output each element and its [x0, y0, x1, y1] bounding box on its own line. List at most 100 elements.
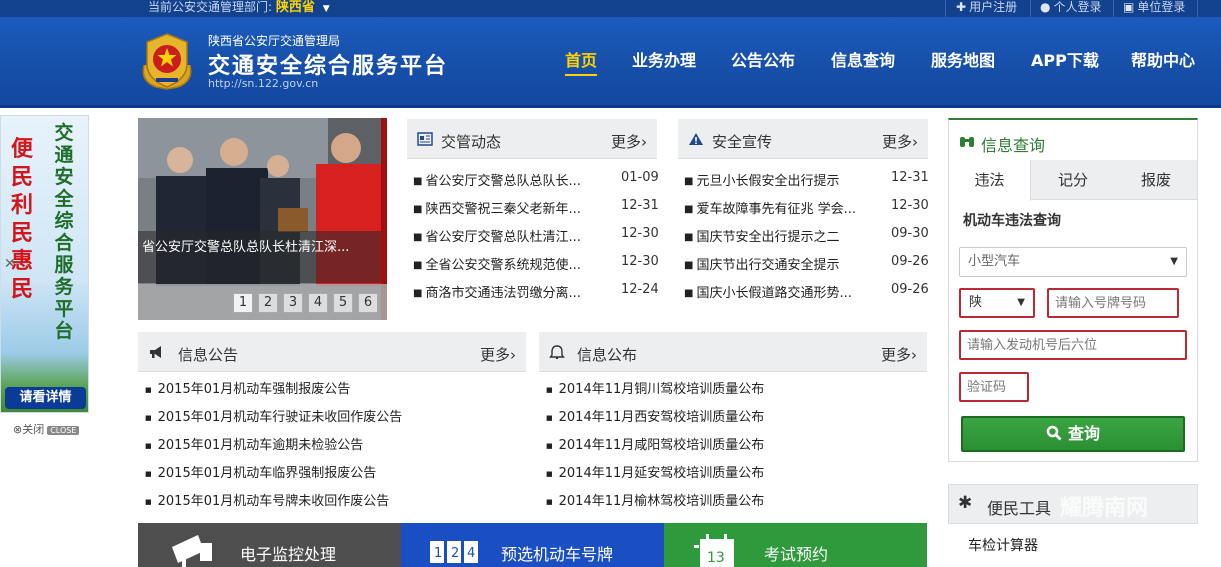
- list-item[interactable]: ■ 商洛市交通违法罚缴分离...: [413, 282, 593, 301]
- traffic-news-more-link[interactable]: 更多›: [611, 131, 647, 152]
- nav-business[interactable]: 业务办理: [632, 47, 696, 71]
- current-area-value: 陕西省: [275, 0, 315, 15]
- nav-home[interactable]: 首页: [565, 47, 598, 76]
- bullet-icon: ■: [145, 442, 152, 450]
- list-item[interactable]: ■ 陕西交警祝三秦父老新年...: [413, 198, 593, 217]
- feature-plate-preselect[interactable]: 1 2 4 预选机动车号牌: [401, 523, 664, 567]
- list-item[interactable]: ■ 省公安厅交警总队总队长...: [413, 170, 593, 189]
- plate-number-input[interactable]: [1055, 290, 1177, 316]
- personal-login-link[interactable]: ● 个人登录: [1040, 0, 1102, 14]
- nav-service-map[interactable]: 服务地图: [931, 47, 995, 71]
- camera-icon: [172, 535, 212, 567]
- notice-more-link[interactable]: 更多›: [480, 344, 516, 365]
- safety-title: 安全宣传: [712, 133, 773, 151]
- list-item[interactable]: ■ 2014年11月咸阳驾校培训质量公布: [546, 434, 916, 453]
- feature-exam-booking[interactable]: 13 考试预约: [664, 523, 927, 567]
- list-item[interactable]: ■ 2014年11月铜川驾校培训质量公布: [546, 378, 916, 397]
- asterisk-icon: ✱: [958, 493, 973, 513]
- captcha-field[interactable]: [959, 372, 1029, 402]
- nav-announcements[interactable]: 公告公布: [731, 47, 795, 71]
- binoculars-icon: [960, 137, 974, 147]
- caret-down-icon: ▼: [322, 4, 330, 14]
- nav-info-query[interactable]: 信息查询: [831, 47, 895, 71]
- top-bar: 当前公安交通管理部门: 陕西省 ▼ ✚ 用户注册 ● 个人登录 ▣ 单位登录: [0, 0, 1221, 17]
- slide-dot-2[interactable]: 2: [258, 293, 278, 313]
- newspaper-icon: [417, 132, 433, 146]
- list-item[interactable]: ■ 省公安厅交警总队杜清江...: [413, 226, 593, 245]
- news-slideshow[interactable]: 省公安厅交警总队总队长杜清江深... 1 2 3 4 5 6: [138, 118, 387, 320]
- dropdown-arrow-icon: ▼: [1170, 256, 1178, 267]
- unit-login-link[interactable]: ▣ 单位登录: [1123, 0, 1185, 14]
- nav-help-center[interactable]: 帮助中心: [1131, 47, 1195, 71]
- list-item[interactable]: ■ 2015年01月机动车临界强制报废公告: [145, 462, 515, 481]
- bullet-icon: ■: [413, 176, 423, 187]
- tab-violation[interactable]: 违法: [949, 160, 1031, 201]
- list-item[interactable]: ■ 2014年11月西安驾校培训质量公布: [546, 406, 916, 425]
- tab-points[interactable]: 记分: [1032, 160, 1114, 200]
- divider: [1113, 0, 1114, 17]
- slide-dot-6[interactable]: 6: [358, 293, 378, 313]
- list-item[interactable]: ■ 2014年11月延安驾校培训质量公布: [546, 462, 916, 481]
- current-area-label: 当前公安交通管理部门:: [148, 0, 273, 14]
- site-url: http://sn.122.gov.cn: [208, 77, 319, 90]
- warning-icon: [689, 133, 703, 145]
- list-item[interactable]: ■ 全省公安交警系统规范使...: [413, 254, 593, 273]
- bullet-icon: ■: [684, 260, 694, 271]
- bullet-icon: ■: [546, 498, 553, 506]
- ad-slogan-red: 便民利民惠民: [10, 137, 33, 302]
- ad-details-button[interactable]: 请看详情: [5, 387, 86, 409]
- bullet-icon: ■: [145, 386, 152, 394]
- list-item[interactable]: ■ 国庆小长假道路交通形势...: [684, 282, 864, 301]
- list-item[interactable]: ■ 爱车故障事先有征兆 学会...: [684, 198, 864, 217]
- side-ad-banner[interactable]: 便民利民惠民 交通安全综合服务平台 ✕ 请看详情: [0, 115, 89, 413]
- list-item[interactable]: ■ 2015年01月机动车号牌未收回作废公告: [145, 490, 515, 509]
- search-icon: [1046, 425, 1062, 441]
- traffic-news-header: 交管动态 更多›: [407, 119, 657, 159]
- slide-dot-4[interactable]: 4: [308, 293, 328, 313]
- slide-dot-5[interactable]: 5: [333, 293, 353, 313]
- notice-header: 信息公告 更多›: [138, 332, 526, 372]
- tab-scrap[interactable]: 报废: [1115, 160, 1197, 200]
- list-item[interactable]: ■ 国庆节出行交通安全提示: [684, 254, 864, 273]
- publish-header: 信息公布 更多›: [539, 332, 927, 372]
- list-item[interactable]: ■ 2014年11月榆林驾校培训质量公布: [546, 490, 916, 509]
- slideshow-pager: 1 2 3 4 5 6: [138, 284, 387, 320]
- feature-e-monitoring[interactable]: 电子监控处理: [138, 523, 401, 567]
- bell-icon: [549, 345, 565, 359]
- bullet-icon: ■: [413, 260, 423, 271]
- captcha-input[interactable]: [967, 374, 1027, 400]
- publish-more-link[interactable]: 更多›: [881, 344, 917, 365]
- police-emblem-icon[interactable]: [138, 31, 196, 91]
- bullet-icon: ■: [145, 414, 152, 422]
- list-item-date: 12-30: [621, 226, 659, 241]
- query-submit-button[interactable]: 查询: [961, 416, 1185, 452]
- user-plus-icon: ✚: [956, 0, 967, 14]
- list-item-date: 12-31: [891, 170, 929, 185]
- tool-car-check-calculator[interactable]: 车检计算器: [968, 535, 1038, 555]
- current-area-selector[interactable]: 当前公安交通管理部门: 陕西省 ▼: [148, 0, 330, 16]
- list-item-date: 09-30: [891, 226, 929, 241]
- user-register-link[interactable]: ✚ 用户注册: [956, 0, 1017, 14]
- plate-prefix-select[interactable]: 陕 ▼: [959, 288, 1035, 318]
- engine-number-input[interactable]: [967, 332, 1185, 358]
- slide-dot-3[interactable]: 3: [283, 293, 303, 313]
- nav-app-download[interactable]: APP下载: [1031, 47, 1099, 71]
- ad-slogan-green: 交通安全综合服务平台: [54, 122, 74, 342]
- bullet-icon: ■: [413, 204, 423, 215]
- close-small-icon[interactable]: ✕: [4, 256, 16, 272]
- plate-number-field[interactable]: [1047, 288, 1179, 318]
- bullet-icon: ■: [684, 176, 694, 187]
- ad-close-button[interactable]: ⊗关闭 CLOSE: [13, 421, 80, 437]
- safety-more-link[interactable]: 更多›: [882, 131, 918, 152]
- engine-number-field[interactable]: [959, 330, 1187, 360]
- list-item[interactable]: ■ 2015年01月机动车行驶证未收回作废公告: [145, 406, 515, 425]
- list-item[interactable]: ■ 2015年01月机动车强制报废公告: [145, 378, 515, 397]
- site-title[interactable]: 交通安全综合服务平台: [208, 48, 448, 80]
- slideshow-caption[interactable]: 省公安厅交警总队总队长杜清江深...: [138, 231, 381, 283]
- watermark-text: 耀腾南网: [1060, 496, 1149, 521]
- list-item[interactable]: ■ 国庆节安全出行提示之二: [684, 226, 864, 245]
- vehicle-type-select[interactable]: 小型汽车 ▼: [959, 247, 1187, 277]
- list-item[interactable]: ■ 元旦小长假安全出行提示: [684, 170, 864, 189]
- list-item[interactable]: ■ 2015年01月机动车逾期未检验公告: [145, 434, 515, 453]
- slide-dot-1[interactable]: 1: [233, 293, 253, 313]
